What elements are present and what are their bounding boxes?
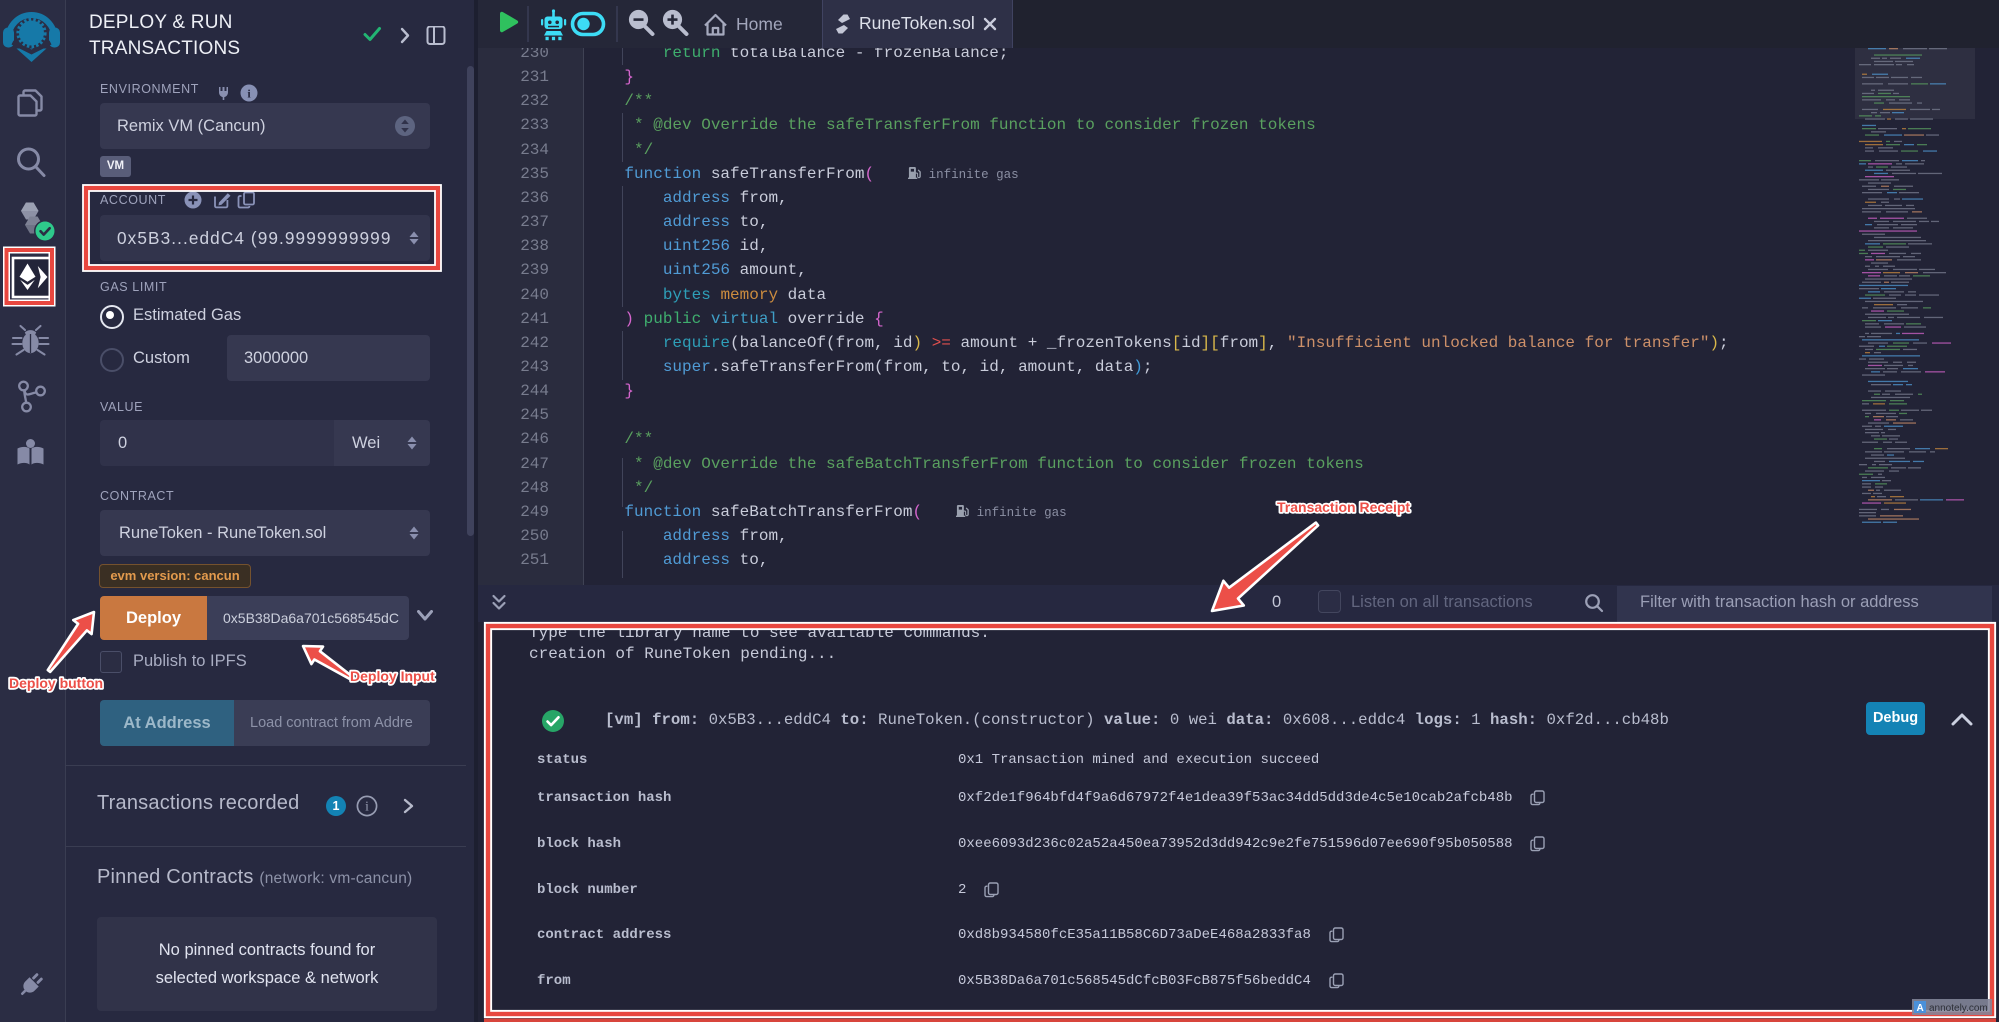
svg-text:Home: Home (736, 14, 783, 34)
svg-text:i: i (365, 799, 369, 814)
